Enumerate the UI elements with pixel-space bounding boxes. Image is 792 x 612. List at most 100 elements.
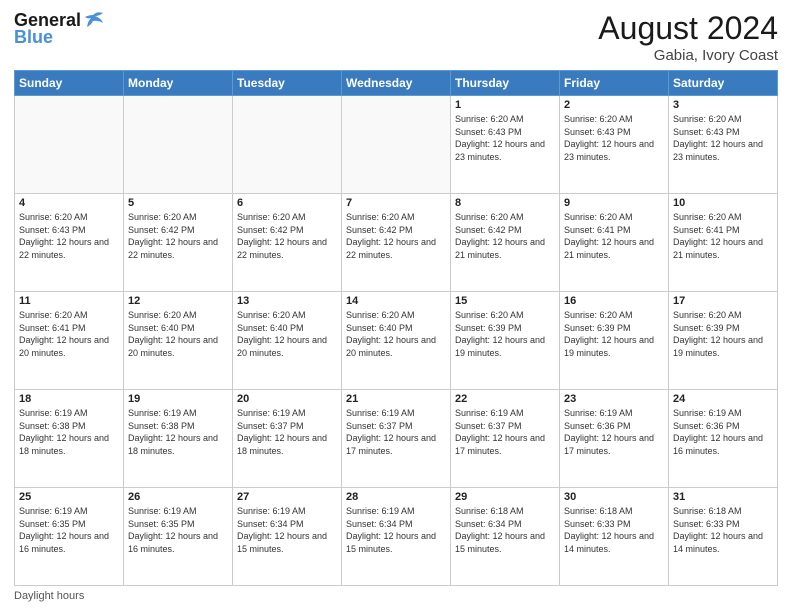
footer: Daylight hours [14, 590, 778, 602]
day-number: 22 [455, 393, 555, 405]
calendar-cell: 10 Sunrise: 6:20 AMSunset: 6:41 PMDaylig… [669, 194, 778, 292]
calendar-cell: 31 Sunrise: 6:18 AMSunset: 6:33 PMDaylig… [669, 488, 778, 586]
day-number: 17 [673, 295, 773, 307]
calendar-cell [15, 96, 124, 194]
calendar-cell: 5 Sunrise: 6:20 AMSunset: 6:42 PMDayligh… [124, 194, 233, 292]
day-info: Sunrise: 6:19 AMSunset: 6:38 PMDaylight:… [128, 407, 228, 457]
calendar-cell: 27 Sunrise: 6:19 AMSunset: 6:34 PMDaylig… [233, 488, 342, 586]
calendar-cell: 17 Sunrise: 6:20 AMSunset: 6:39 PMDaylig… [669, 292, 778, 390]
day-info: Sunrise: 6:20 AMSunset: 6:42 PMDaylight:… [128, 211, 228, 261]
day-info: Sunrise: 6:20 AMSunset: 6:43 PMDaylight:… [19, 211, 119, 261]
calendar-cell: 16 Sunrise: 6:20 AMSunset: 6:39 PMDaylig… [560, 292, 669, 390]
day-info: Sunrise: 6:19 AMSunset: 6:37 PMDaylight:… [237, 407, 337, 457]
calendar-table: Sunday Monday Tuesday Wednesday Thursday… [14, 70, 778, 586]
calendar-cell: 28 Sunrise: 6:19 AMSunset: 6:34 PMDaylig… [342, 488, 451, 586]
day-number: 25 [19, 491, 119, 503]
day-info: Sunrise: 6:19 AMSunset: 6:37 PMDaylight:… [455, 407, 555, 457]
day-number: 1 [455, 99, 555, 111]
day-info: Sunrise: 6:20 AMSunset: 6:40 PMDaylight:… [346, 309, 446, 359]
calendar-cell: 8 Sunrise: 6:20 AMSunset: 6:42 PMDayligh… [451, 194, 560, 292]
calendar-cell: 14 Sunrise: 6:20 AMSunset: 6:40 PMDaylig… [342, 292, 451, 390]
day-number: 24 [673, 393, 773, 405]
calendar-week-3: 18 Sunrise: 6:19 AMSunset: 6:38 PMDaylig… [15, 390, 778, 488]
calendar-week-4: 25 Sunrise: 6:19 AMSunset: 6:35 PMDaylig… [15, 488, 778, 586]
page: General Blue August 2024 Gabia, Ivory Co… [0, 0, 792, 612]
calendar-cell: 18 Sunrise: 6:19 AMSunset: 6:38 PMDaylig… [15, 390, 124, 488]
day-info: Sunrise: 6:19 AMSunset: 6:34 PMDaylight:… [346, 505, 446, 555]
month-year: August 2024 [598, 10, 778, 47]
col-friday: Friday [560, 71, 669, 96]
day-info: Sunrise: 6:19 AMSunset: 6:36 PMDaylight:… [673, 407, 773, 457]
day-info: Sunrise: 6:20 AMSunset: 6:39 PMDaylight:… [564, 309, 664, 359]
day-number: 10 [673, 197, 773, 209]
calendar-cell: 25 Sunrise: 6:19 AMSunset: 6:35 PMDaylig… [15, 488, 124, 586]
calendar-week-2: 11 Sunrise: 6:20 AMSunset: 6:41 PMDaylig… [15, 292, 778, 390]
day-info: Sunrise: 6:20 AMSunset: 6:40 PMDaylight:… [237, 309, 337, 359]
col-tuesday: Tuesday [233, 71, 342, 96]
calendar-cell: 29 Sunrise: 6:18 AMSunset: 6:34 PMDaylig… [451, 488, 560, 586]
day-number: 28 [346, 491, 446, 503]
calendar-cell: 4 Sunrise: 6:20 AMSunset: 6:43 PMDayligh… [15, 194, 124, 292]
calendar-cell: 30 Sunrise: 6:18 AMSunset: 6:33 PMDaylig… [560, 488, 669, 586]
col-monday: Monday [124, 71, 233, 96]
day-info: Sunrise: 6:20 AMSunset: 6:41 PMDaylight:… [673, 211, 773, 261]
logo-blue-text: Blue [14, 27, 53, 48]
calendar-cell: 24 Sunrise: 6:19 AMSunset: 6:36 PMDaylig… [669, 390, 778, 488]
day-info: Sunrise: 6:19 AMSunset: 6:35 PMDaylight:… [128, 505, 228, 555]
day-number: 3 [673, 99, 773, 111]
day-number: 12 [128, 295, 228, 307]
day-number: 8 [455, 197, 555, 209]
day-number: 18 [19, 393, 119, 405]
day-number: 29 [455, 491, 555, 503]
day-number: 2 [564, 99, 664, 111]
day-number: 7 [346, 197, 446, 209]
calendar-cell: 9 Sunrise: 6:20 AMSunset: 6:41 PMDayligh… [560, 194, 669, 292]
day-number: 20 [237, 393, 337, 405]
col-wednesday: Wednesday [342, 71, 451, 96]
calendar-week-1: 4 Sunrise: 6:20 AMSunset: 6:43 PMDayligh… [15, 194, 778, 292]
calendar-cell: 13 Sunrise: 6:20 AMSunset: 6:40 PMDaylig… [233, 292, 342, 390]
calendar-cell [342, 96, 451, 194]
day-info: Sunrise: 6:20 AMSunset: 6:43 PMDaylight:… [564, 113, 664, 163]
calendar-week-0: 1 Sunrise: 6:20 AMSunset: 6:43 PMDayligh… [15, 96, 778, 194]
calendar-cell: 15 Sunrise: 6:20 AMSunset: 6:39 PMDaylig… [451, 292, 560, 390]
day-number: 5 [128, 197, 228, 209]
day-info: Sunrise: 6:18 AMSunset: 6:33 PMDaylight:… [564, 505, 664, 555]
day-info: Sunrise: 6:19 AMSunset: 6:38 PMDaylight:… [19, 407, 119, 457]
day-info: Sunrise: 6:19 AMSunset: 6:36 PMDaylight:… [564, 407, 664, 457]
day-info: Sunrise: 6:20 AMSunset: 6:43 PMDaylight:… [455, 113, 555, 163]
day-number: 30 [564, 491, 664, 503]
day-number: 27 [237, 491, 337, 503]
calendar-cell: 23 Sunrise: 6:19 AMSunset: 6:36 PMDaylig… [560, 390, 669, 488]
calendar-cell: 19 Sunrise: 6:19 AMSunset: 6:38 PMDaylig… [124, 390, 233, 488]
day-number: 15 [455, 295, 555, 307]
calendar-cell: 6 Sunrise: 6:20 AMSunset: 6:42 PMDayligh… [233, 194, 342, 292]
day-info: Sunrise: 6:19 AMSunset: 6:35 PMDaylight:… [19, 505, 119, 555]
day-info: Sunrise: 6:18 AMSunset: 6:34 PMDaylight:… [455, 505, 555, 555]
day-info: Sunrise: 6:20 AMSunset: 6:39 PMDaylight:… [673, 309, 773, 359]
logo: General Blue [14, 10, 105, 48]
calendar-cell: 20 Sunrise: 6:19 AMSunset: 6:37 PMDaylig… [233, 390, 342, 488]
col-thursday: Thursday [451, 71, 560, 96]
day-number: 13 [237, 295, 337, 307]
day-number: 31 [673, 491, 773, 503]
logo-bird-icon [83, 11, 105, 29]
calendar-cell: 7 Sunrise: 6:20 AMSunset: 6:42 PMDayligh… [342, 194, 451, 292]
day-info: Sunrise: 6:20 AMSunset: 6:42 PMDaylight:… [455, 211, 555, 261]
calendar-cell: 22 Sunrise: 6:19 AMSunset: 6:37 PMDaylig… [451, 390, 560, 488]
calendar-header-row: Sunday Monday Tuesday Wednesday Thursday… [15, 71, 778, 96]
calendar-cell [124, 96, 233, 194]
calendar-cell: 21 Sunrise: 6:19 AMSunset: 6:37 PMDaylig… [342, 390, 451, 488]
calendar-cell: 26 Sunrise: 6:19 AMSunset: 6:35 PMDaylig… [124, 488, 233, 586]
calendar-cell: 2 Sunrise: 6:20 AMSunset: 6:43 PMDayligh… [560, 96, 669, 194]
calendar-cell: 11 Sunrise: 6:20 AMSunset: 6:41 PMDaylig… [15, 292, 124, 390]
day-number: 21 [346, 393, 446, 405]
title-block: August 2024 Gabia, Ivory Coast [598, 10, 778, 64]
day-info: Sunrise: 6:20 AMSunset: 6:41 PMDaylight:… [564, 211, 664, 261]
daylight-hours-label: Daylight hours [14, 590, 84, 602]
day-info: Sunrise: 6:19 AMSunset: 6:34 PMDaylight:… [237, 505, 337, 555]
day-number: 14 [346, 295, 446, 307]
location: Gabia, Ivory Coast [598, 47, 778, 64]
calendar-cell: 1 Sunrise: 6:20 AMSunset: 6:43 PMDayligh… [451, 96, 560, 194]
col-sunday: Sunday [15, 71, 124, 96]
